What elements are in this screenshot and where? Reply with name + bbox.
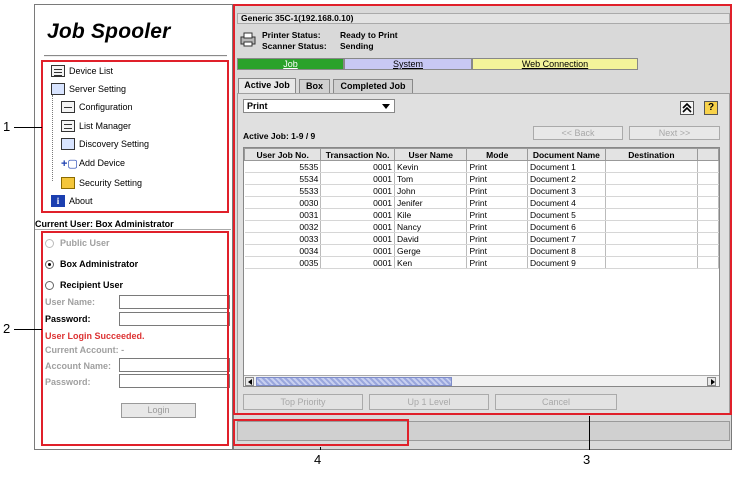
title-divider: [44, 55, 227, 57]
app-title: Job Spooler: [47, 20, 171, 43]
callout-2: 2: [3, 321, 11, 336]
divider: [35, 229, 231, 230]
callout-3: 3: [583, 452, 591, 467]
callout-4: 4: [314, 452, 322, 467]
annotation-box-2: [41, 231, 229, 446]
annotation-box-3: [233, 4, 732, 415]
callout-line: [589, 416, 590, 450]
callout-line: [14, 127, 42, 128]
annotation-box-4: [233, 419, 409, 446]
annotation-box-1: [41, 60, 229, 213]
callout-1: 1: [3, 119, 11, 134]
current-user-label: Current User: Box Administrator: [35, 219, 174, 229]
callout-line: [14, 329, 42, 330]
callout-line: [320, 447, 321, 450]
